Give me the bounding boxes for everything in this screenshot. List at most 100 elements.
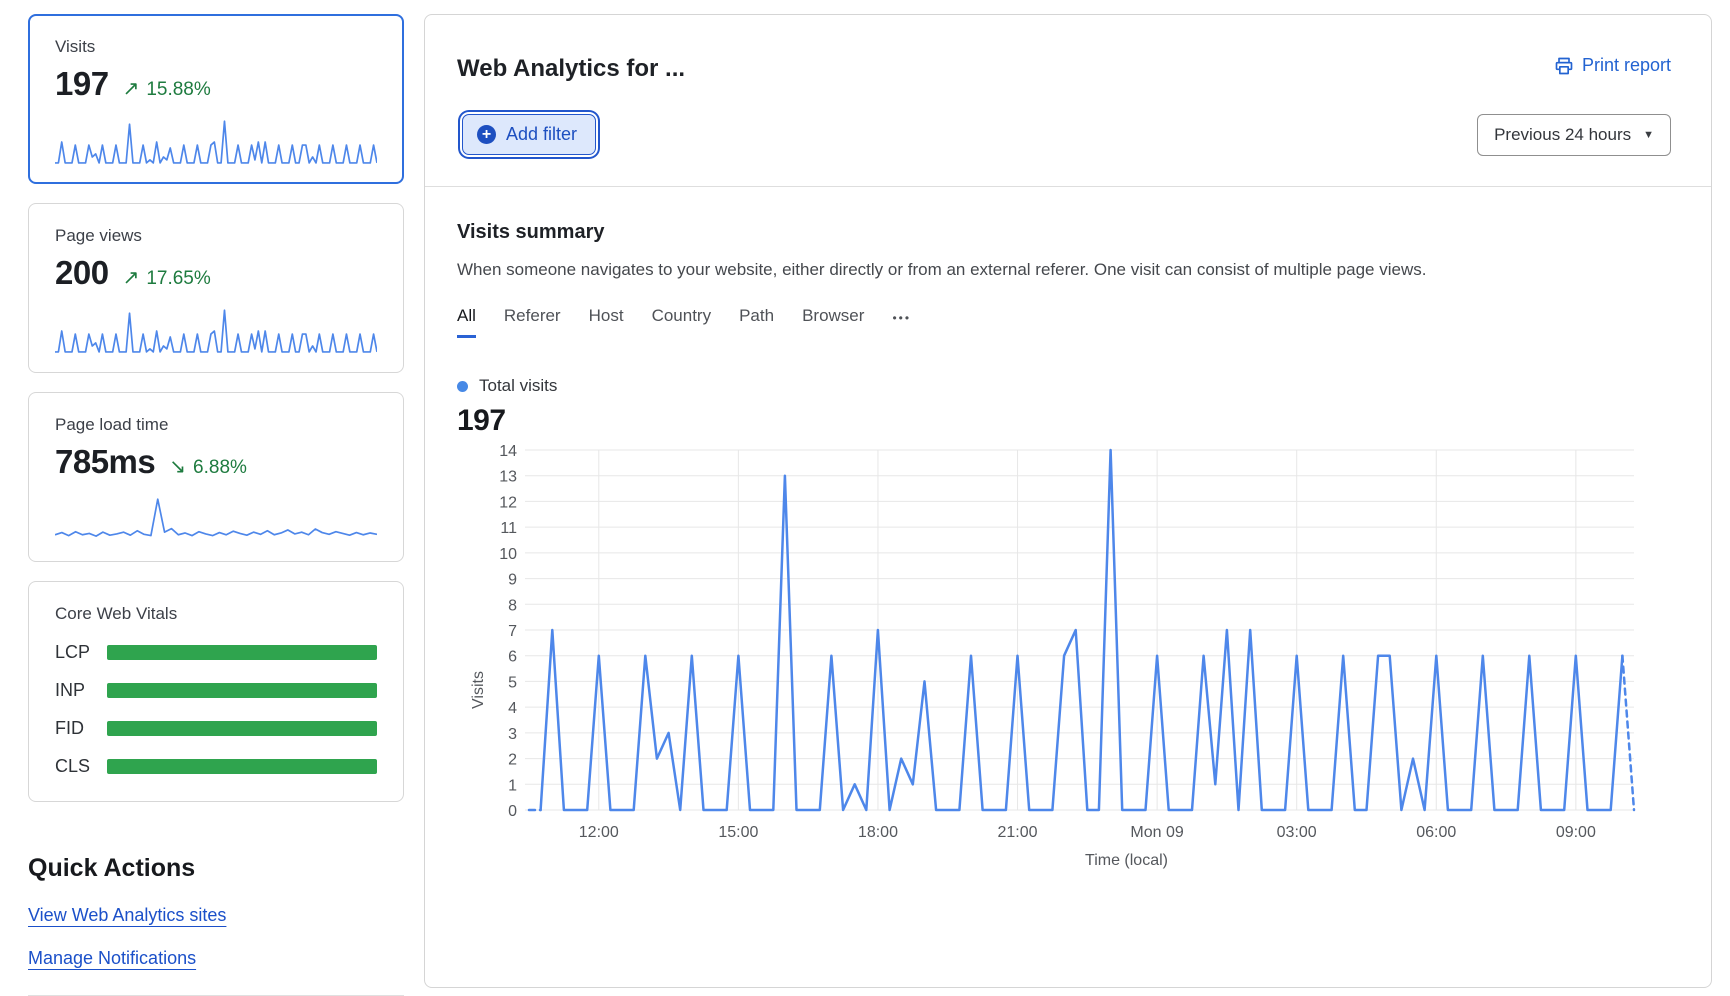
- svg-text:21:00: 21:00: [998, 824, 1038, 841]
- svg-text:13: 13: [499, 469, 517, 486]
- visits-chart: 0123456789101112131412:0015:0018:0021:00…: [457, 442, 1687, 879]
- svg-text:15:00: 15:00: [718, 824, 758, 841]
- add-filter-button[interactable]: + Add filter: [462, 114, 596, 155]
- tab-host[interactable]: Host: [589, 306, 624, 338]
- vital-label: LCP: [55, 642, 107, 663]
- manage-notifications-link[interactable]: Manage Notifications: [28, 948, 196, 969]
- visits-summary-description: When someone navigates to your website, …: [457, 260, 1687, 280]
- svg-text:6: 6: [508, 649, 517, 666]
- page-title: Web Analytics for ...: [457, 55, 685, 83]
- visits-sparkline: [55, 117, 377, 165]
- metric-title: Page load time: [55, 415, 377, 435]
- svg-text:12:00: 12:00: [579, 824, 619, 841]
- vital-label: CLS: [55, 756, 107, 777]
- vital-bar: [107, 683, 377, 698]
- vital-label: FID: [55, 718, 107, 739]
- svg-text:8: 8: [508, 597, 517, 614]
- metric-value: 200: [55, 254, 109, 292]
- time-range-value: Previous 24 hours: [1494, 125, 1631, 145]
- svg-text:10: 10: [499, 546, 517, 563]
- metric-delta-value: 6.88%: [193, 457, 247, 479]
- chart-legend: Total visits: [457, 376, 1687, 396]
- vitals-title: Core Web Vitals: [55, 604, 377, 624]
- metric-title: Page views: [55, 226, 377, 246]
- quick-actions-title: Quick Actions: [28, 854, 404, 883]
- svg-text:12: 12: [499, 494, 517, 511]
- more-tabs-button[interactable]: •••: [892, 311, 911, 334]
- svg-text:0: 0: [508, 803, 517, 820]
- svg-text:Visits: Visits: [470, 671, 487, 709]
- vital-bar-track: [107, 645, 377, 660]
- vital-bar: [107, 759, 377, 774]
- vital-bar: [107, 721, 377, 736]
- add-filter-label: Add filter: [506, 124, 577, 145]
- core-web-vitals-card[interactable]: Core Web Vitals LCP INP FID CLS: [28, 581, 404, 802]
- plus-icon: +: [477, 125, 496, 144]
- legend-label: Total visits: [479, 376, 557, 396]
- metric-row: 200 ↗ 17.65%: [55, 254, 377, 292]
- vitals-rows: LCP INP FID CLS: [55, 642, 377, 777]
- vital-row-lcp: LCP: [55, 642, 377, 663]
- svg-text:09:00: 09:00: [1556, 824, 1596, 841]
- visits-summary-section: Visits summary When someone navigates to…: [425, 187, 1711, 879]
- time-range-dropdown[interactable]: Previous 24 hours ▼: [1477, 114, 1671, 156]
- svg-text:3: 3: [508, 726, 517, 743]
- vital-bar: [107, 645, 377, 660]
- svg-text:Mon 09: Mon 09: [1130, 824, 1183, 841]
- trend-up-icon: ↗: [123, 265, 140, 290]
- metric-delta: ↗ 15.88%: [123, 76, 211, 101]
- vital-row-fid: FID: [55, 718, 377, 739]
- svg-text:7: 7: [508, 623, 517, 640]
- svg-text:2: 2: [508, 752, 517, 769]
- view-web-analytics-sites-link[interactable]: View Web Analytics sites: [28, 905, 226, 926]
- metric-row: 197 ↗ 15.88%: [55, 65, 377, 103]
- vital-bar-track: [107, 683, 377, 698]
- metric-value: 785ms: [55, 443, 155, 481]
- svg-text:14: 14: [499, 443, 517, 460]
- chevron-down-icon: ▼: [1643, 129, 1654, 141]
- vital-label: INP: [55, 680, 107, 701]
- total-visits-value: 197: [457, 404, 1687, 438]
- tab-path[interactable]: Path: [739, 306, 774, 338]
- visits-line-chart: 0123456789101112131412:0015:0018:0021:00…: [457, 442, 1697, 874]
- metric-delta: ↗ 17.65%: [123, 265, 211, 290]
- metrics-sidebar: Visits 197 ↗ 15.88% Page views 200 ↗ 17.…: [28, 14, 404, 996]
- print-report-label: Print report: [1582, 55, 1671, 76]
- metric-card-page-views[interactable]: Page views 200 ↗ 17.65%: [28, 203, 404, 373]
- svg-text:Time (local): Time (local): [1085, 852, 1168, 869]
- metric-card-visits[interactable]: Visits 197 ↗ 15.88%: [28, 14, 404, 184]
- visits-summary-title: Visits summary: [457, 221, 1687, 244]
- tab-all[interactable]: All: [457, 306, 476, 338]
- metric-title: Visits: [55, 37, 377, 57]
- tab-browser[interactable]: Browser: [802, 306, 864, 338]
- svg-text:06:00: 06:00: [1416, 824, 1456, 841]
- metric-row: 785ms ↘ 6.88%: [55, 443, 377, 481]
- svg-text:03:00: 03:00: [1277, 824, 1317, 841]
- legend-dot-icon: [457, 381, 468, 392]
- metric-value: 197: [55, 65, 109, 103]
- web-analytics-page: Visits 197 ↗ 15.88% Page views 200 ↗ 17.…: [0, 0, 1730, 996]
- printer-icon: [1554, 56, 1574, 76]
- trend-down-icon: ↘: [169, 454, 186, 479]
- analytics-main-panel: Web Analytics for ... Print report +: [424, 14, 1712, 988]
- dimension-tabs: All Referer Host Country Path Browser •••: [457, 306, 1687, 338]
- main-header: Web Analytics for ... Print report +: [425, 15, 1711, 186]
- vital-row-inp: INP: [55, 680, 377, 701]
- print-report-link[interactable]: Print report: [1554, 55, 1671, 76]
- svg-text:5: 5: [508, 674, 517, 691]
- page-load-sparkline: [55, 495, 377, 543]
- svg-text:18:00: 18:00: [858, 824, 898, 841]
- page-views-sparkline: [55, 306, 377, 354]
- vital-row-cls: CLS: [55, 756, 377, 777]
- svg-text:1: 1: [508, 777, 517, 794]
- svg-text:4: 4: [508, 700, 517, 717]
- metric-delta-value: 17.65%: [146, 268, 210, 290]
- trend-up-icon: ↗: [123, 76, 140, 101]
- vital-bar-track: [107, 759, 377, 774]
- tab-referer[interactable]: Referer: [504, 306, 561, 338]
- metric-delta-value: 15.88%: [146, 79, 210, 101]
- svg-text:11: 11: [500, 520, 517, 537]
- svg-text:9: 9: [508, 572, 517, 589]
- tab-country[interactable]: Country: [652, 306, 712, 338]
- metric-card-page-load-time[interactable]: Page load time 785ms ↘ 6.88%: [28, 392, 404, 562]
